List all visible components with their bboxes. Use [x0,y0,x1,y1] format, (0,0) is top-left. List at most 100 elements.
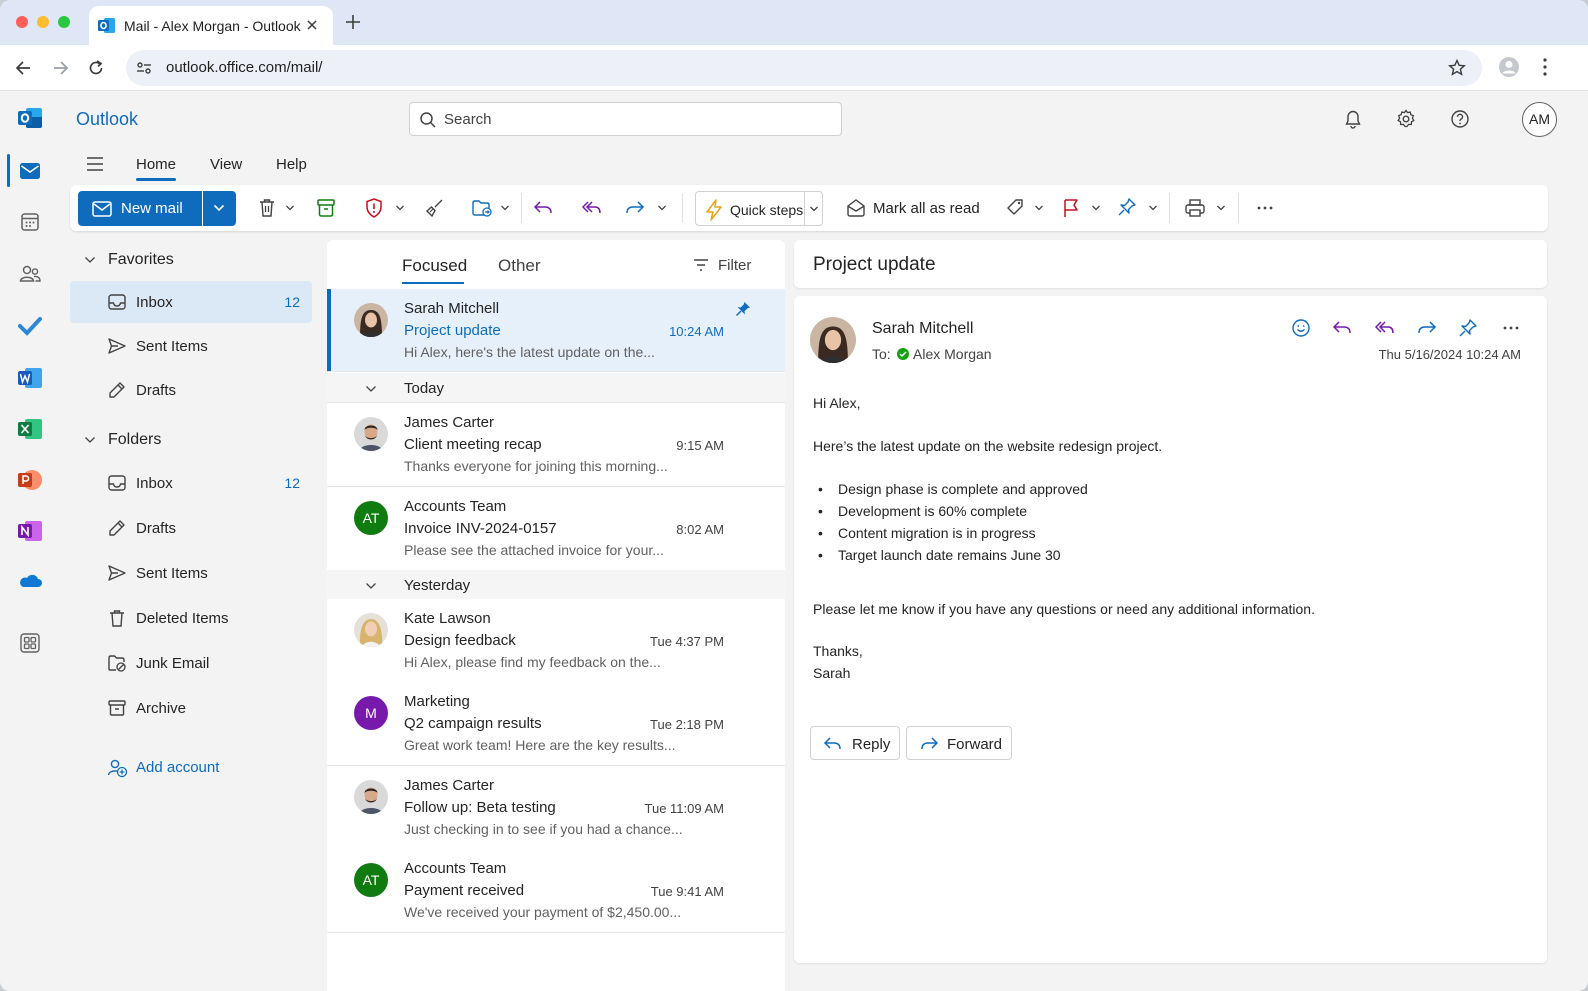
calendar-icon[interactable] [17,211,43,233]
people-icon[interactable] [17,263,43,285]
reply-icon[interactable] [1331,318,1353,338]
message-item-selected[interactable]: Sarah Mitchell Project update 10:24 AM H… [327,289,785,372]
back-arrow-icon[interactable] [14,58,34,78]
chevron-down-icon[interactable] [809,205,819,213]
mark-all-read-button[interactable]: Mark all as read [873,200,980,217]
maximize-window-button[interactable] [58,16,70,28]
message-item[interactable]: James Carter Client meeting recap 9:15 A… [327,403,785,487]
reply-button[interactable]: Reply [810,726,900,760]
new-tab-icon[interactable] [344,13,362,31]
folder-drafts[interactable]: Drafts [70,507,312,549]
filter-icon[interactable] [692,257,710,273]
add-account-link[interactable]: Add account [136,759,219,776]
outlook-logo-icon[interactable] [17,106,43,130]
site-info-icon[interactable] [136,61,152,75]
reply-all-icon[interactable] [580,197,602,219]
sarah-avatar-photo [810,317,856,363]
user-avatar[interactable]: AM [1522,102,1557,137]
email-sender[interactable]: Sarah Mitchell [872,320,973,338]
message-item[interactable]: Kate Lawson Design feedback Tue 4:37 PM … [327,599,785,683]
mail-icon[interactable] [17,160,43,182]
onedrive-icon[interactable] [17,570,43,592]
more-options-icon[interactable] [1255,197,1275,219]
tag-icon[interactable] [1005,197,1025,219]
print-icon[interactable] [1184,197,1206,219]
forward-icon[interactable] [1416,318,1438,338]
favorite-inbox[interactable]: Inbox 12 [70,281,312,323]
flag-icon[interactable] [1061,197,1081,219]
group-header-today[interactable]: Today [327,373,785,403]
browser-tab[interactable]: Mail - Alex Morgan - Outlook [89,6,333,45]
forward-button[interactable]: Forward [906,726,1012,760]
chevron-down-icon[interactable] [395,204,405,212]
message-item[interactable]: AT Accounts Team Invoice INV-2024-0157 8… [327,487,785,571]
message-preview: Thanks everyone for joining this morning… [404,458,668,474]
chevron-down-icon[interactable] [1148,204,1158,212]
react-emoji-icon[interactable] [1291,318,1311,338]
tab-focused[interactable]: Focused [402,256,467,276]
search-input[interactable]: Search [409,102,842,136]
move-to-folder-icon[interactable] [471,197,493,219]
word-icon[interactable] [17,366,43,390]
unread-count: 12 [284,294,300,310]
reply-all-icon[interactable] [1373,318,1395,338]
folder-inbox[interactable]: Inbox 12 [70,462,312,504]
app-brand[interactable]: Outlook [76,109,138,130]
reply-icon[interactable] [532,197,554,219]
address-bar[interactable]: outlook.office.com/mail/ [126,50,1482,86]
pin-icon[interactable] [1458,318,1478,338]
delete-icon[interactable] [257,197,277,219]
new-mail-dropdown[interactable] [203,191,236,226]
help-icon[interactable] [1450,109,1470,129]
powerpoint-icon[interactable] [17,468,43,492]
browser-menu-icon[interactable] [1538,57,1552,77]
add-account-icon[interactable] [106,758,128,778]
chevron-down-icon[interactable] [285,204,295,212]
chevron-down-icon[interactable] [1091,204,1101,212]
gear-icon[interactable] [1396,109,1416,129]
forward-icon[interactable] [624,197,646,219]
hamburger-menu-icon[interactable] [86,156,104,172]
bookmark-star-icon[interactable] [1448,59,1466,77]
minimize-window-button[interactable] [37,16,49,28]
favorite-sent-items[interactable]: Sent Items [70,325,312,367]
archive-icon[interactable] [316,197,336,219]
folder-archive[interactable]: Archive [70,687,312,729]
favorite-drafts[interactable]: Drafts [70,369,312,411]
close-tab-icon[interactable] [305,18,319,32]
excel-icon[interactable] [17,417,43,441]
email-recipient[interactable]: Alex Morgan [913,346,992,362]
sweep-broom-icon[interactable] [425,197,445,219]
tab-home[interactable]: Home [136,156,176,173]
folder-sent-items[interactable]: Sent Items [70,552,312,594]
message-item[interactable]: AT Accounts Team Payment received Tue 9:… [327,849,785,933]
pinned-icon[interactable] [735,301,751,317]
message-item[interactable]: M Marketing Q2 campaign results Tue 2:18… [327,682,785,766]
more-options-icon[interactable] [1501,318,1521,338]
folder-deleted-items[interactable]: Deleted Items [70,597,312,639]
tab-view[interactable]: View [210,156,242,173]
message-item[interactable]: James Carter Follow up: Beta testing Tue… [327,766,785,850]
filter-button[interactable]: Filter [718,257,751,274]
folder-junk-email[interactable]: Junk Email [70,642,312,684]
onenote-icon[interactable] [17,519,43,543]
quick-steps-button[interactable]: Quick steps [695,191,823,226]
pin-icon[interactable] [1117,197,1137,219]
forward-arrow-icon[interactable] [50,58,70,78]
new-mail-button[interactable]: New mail [78,191,202,226]
close-window-button[interactable] [16,16,28,28]
chevron-down-icon[interactable] [500,204,510,212]
chevron-down-icon[interactable] [1034,204,1044,212]
tab-other[interactable]: Other [498,256,541,276]
chevron-down-icon[interactable] [657,204,667,212]
report-shield-icon[interactable] [364,197,384,219]
reload-icon[interactable] [86,58,106,78]
profile-icon[interactable] [1498,56,1520,78]
envelope-open-icon[interactable] [846,197,866,219]
todo-icon[interactable] [17,315,43,337]
chevron-down-icon[interactable] [1216,204,1226,212]
more-apps-icon[interactable] [17,632,43,654]
tab-help[interactable]: Help [276,156,307,173]
group-header-yesterday[interactable]: Yesterday [327,570,785,600]
bell-icon[interactable] [1343,109,1363,129]
